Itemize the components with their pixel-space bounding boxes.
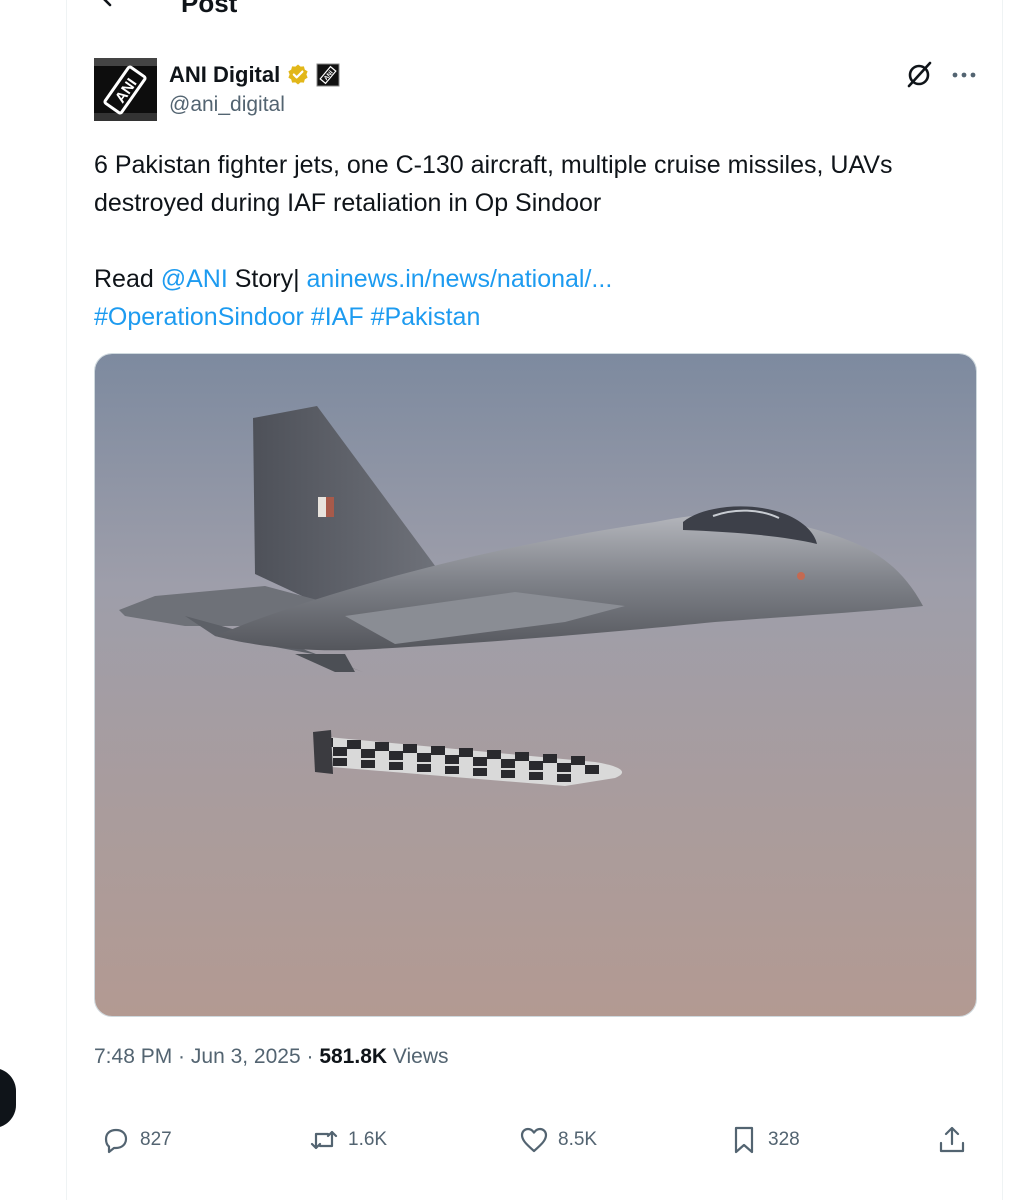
post-column: Post ANI ANI Digital ANI @ani_digital 6 …: [66, 0, 1003, 1200]
reply-count: 827: [140, 1129, 172, 1150]
page-header: Post: [67, 0, 1002, 30]
fighter-jet-photo: [95, 354, 976, 1016]
meta-separator-2: ·: [300, 1045, 320, 1068]
article-link[interactable]: aninews.in/news/national/...: [307, 265, 613, 293]
author-row: ANI Digital ANI: [169, 60, 340, 90]
like-button[interactable]: 8.5K: [518, 1118, 597, 1162]
like-icon: [520, 1127, 548, 1153]
hashtag-line: #OperationSindoor #IAF #Pakistan: [94, 298, 984, 336]
tweet-meta: 7:48 PM · Jun 3, 2025 · 581.8K Views: [94, 1045, 449, 1069]
tweet-text: 6 Pakistan fighter jets, one C-130 aircr…: [94, 146, 984, 336]
repost-icon: [310, 1130, 338, 1150]
bookmark-count: 328: [768, 1129, 800, 1150]
action-bar: 827 1.6K 8.5K 328: [94, 1118, 974, 1162]
bookmark-button[interactable]: 328: [728, 1118, 800, 1162]
ani-logo: ANI: [94, 58, 157, 121]
read-prefix: Read: [94, 265, 161, 293]
mention-link[interactable]: @ANI: [161, 265, 228, 293]
author-name[interactable]: ANI Digital: [169, 62, 280, 88]
tweet-time[interactable]: 7:48 PM: [94, 1045, 172, 1068]
views-label: Views: [387, 1045, 449, 1068]
like-count: 8.5K: [558, 1129, 598, 1150]
avatar[interactable]: ANI: [94, 58, 157, 121]
page-title: Post: [181, 0, 238, 18]
repost-button[interactable]: 1.6K: [308, 1118, 387, 1162]
tweet-date[interactable]: Jun 3, 2025: [191, 1045, 301, 1068]
share-icon: [939, 1126, 965, 1153]
affiliate-badge-icon[interactable]: ANI: [316, 63, 340, 87]
reply-icon: [104, 1128, 128, 1154]
hashtag-pakistan[interactable]: #Pakistan: [371, 303, 481, 331]
more-icon[interactable]: [949, 62, 979, 88]
share-button[interactable]: [936, 1118, 968, 1162]
tweet-read-line: Read @ANI Story| aninews.in/news/nationa…: [94, 260, 984, 298]
tweet-line-1: 6 Pakistan fighter jets, one C-130 aircr…: [94, 151, 893, 179]
views-count: 581.8K: [319, 1045, 388, 1068]
back-arrow-icon[interactable]: [97, 0, 127, 10]
verified-badge-icon[interactable]: [286, 63, 310, 87]
bookmark-icon: [734, 1126, 754, 1154]
author-handle[interactable]: @ani_digital: [169, 93, 285, 117]
story-text: Story|: [227, 265, 307, 293]
reply-button[interactable]: 827: [100, 1118, 172, 1162]
meta-separator-1: ·: [172, 1045, 191, 1068]
grok-icon[interactable]: [905, 60, 933, 88]
hashtag-iaf[interactable]: #IAF: [311, 303, 364, 331]
tweet-media-image[interactable]: [94, 353, 977, 1017]
tweet-line-2: destroyed during IAF retaliation in Op S…: [94, 189, 602, 217]
hashtag-operationsindoor[interactable]: #OperationSindoor: [94, 303, 304, 331]
floating-compose-button-edge[interactable]: [0, 1068, 16, 1128]
repost-count: 1.6K: [348, 1129, 388, 1150]
